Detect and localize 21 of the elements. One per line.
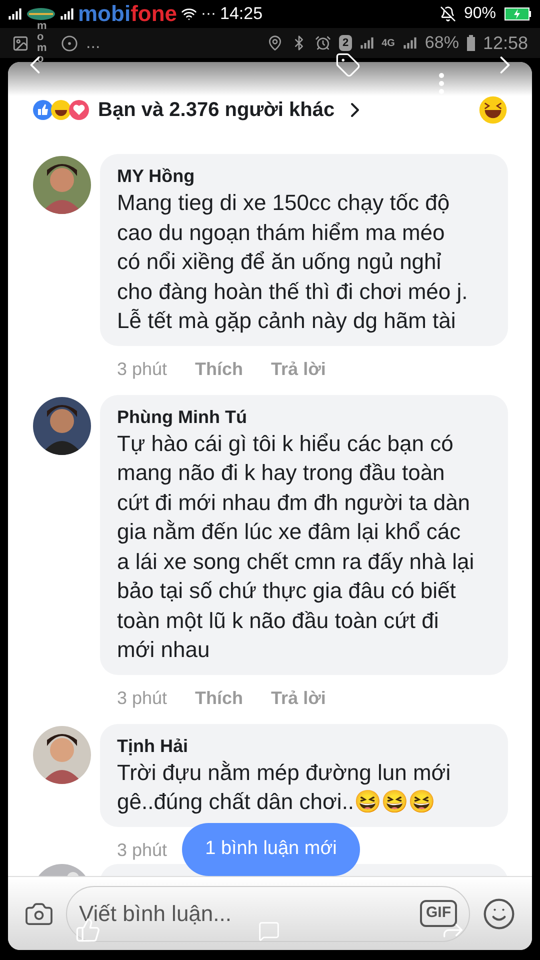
comment-author[interactable]: Phùng Minh Tú — [117, 404, 491, 428]
comment-author[interactable]: MY Hồng — [117, 164, 491, 188]
battery-percent: 68% — [424, 32, 459, 54]
carrier-name: mobifone — [78, 3, 178, 25]
comment-text: Trời đựu nằm mép đường lun mới gê..đúng chất dân chơi..😆😆😆 — [117, 758, 452, 816]
reactions-summary[interactable]: Bạn và 2.376 người khác — [98, 95, 335, 125]
comment-text: Tự hào cái gì tôi k hiểu các bạn có mang não đi k hay trong đầu toàn cứt đi mới nhau đm đh người ta dàn gia nằm đến lúc xe đâm lại khổ các a lái xe song chết cmn ra đấy nhà lại bảo tại số chứ thực gia đâu có biết toàn một lũ k não đầu toàn cứt đi mới nhau — [117, 430, 476, 664]
comment-input-field[interactable]: Viết bình luận... GIF — [66, 886, 470, 942]
comment-author[interactable]: Tịnh Hải — [117, 734, 491, 758]
clock: 14:25 — [220, 3, 263, 26]
more-notifications: ··· — [201, 4, 216, 24]
clock: 12:58 — [482, 32, 528, 54]
comment-time: 3 phút — [117, 358, 168, 381]
sim-badge: 2 — [339, 34, 352, 52]
battery-percent: 90% — [464, 4, 496, 24]
comment-text: Mang tieg di xe 150cc chạy tốc độ cao du ngoạn thám hiểm ma méo có nổi xiềng để ăn uống ngủ nghỉ cho đàng hoàn thế thì đi chơi méo j. Lễ tết mà gặp cảnh này dg hãm tài — [117, 189, 469, 335]
comment-time: 3 phút — [117, 838, 168, 862]
gif-button[interactable]: GIF — [420, 900, 457, 927]
comment-time: 3 phút — [117, 686, 168, 710]
more-notifications: ... — [86, 32, 100, 54]
network-type: 4G — [382, 36, 395, 50]
